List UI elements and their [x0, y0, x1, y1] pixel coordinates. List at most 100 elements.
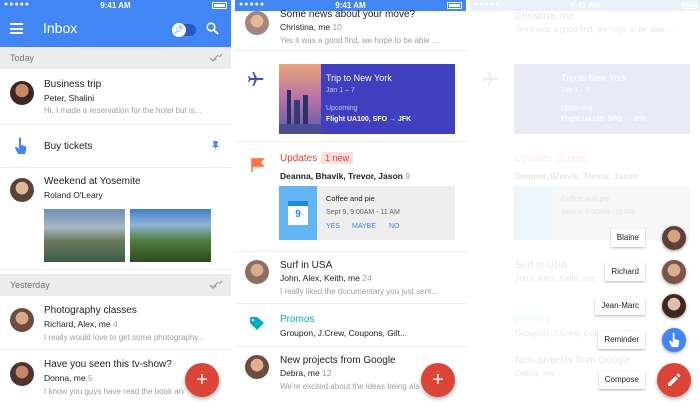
pencil-icon: [668, 373, 681, 386]
promos-bundle[interactable]: Promos Groupon, J.Crew, Coupons, Gilt...: [235, 304, 466, 347]
speed-dial-screen: ●●●●● 9:41 AM Christina, me Yes it was a…: [470, 0, 700, 407]
item-snippet: We're excited about the ideas being also…: [280, 382, 420, 391]
section-header-yesterday: Yesterday: [0, 274, 231, 296]
item-snippet: I really liked the documentary you just …: [280, 287, 438, 296]
search-icon[interactable]: [206, 22, 219, 35]
pin-icon: 📌︎: [172, 23, 186, 37]
reminder-chip[interactable]: Reminder: [598, 331, 645, 349]
section-label: Today: [10, 53, 35, 63]
flight-info: Flight UA100, SFO → JFK: [561, 116, 647, 123]
trip-title: Trip to New York: [561, 73, 627, 83]
participants-text: Donna, me: [44, 373, 86, 383]
item-snippet: Yes it was a good find, we hope to be ab…: [280, 36, 439, 45]
battery-icon: [212, 2, 227, 9]
event-time: Sept 9, 9:00AM - 11 AM: [326, 209, 400, 216]
item-title: Promos: [280, 314, 315, 325]
avatar: [10, 308, 34, 332]
participants-text: John, Alex, Keith, me: [280, 273, 360, 283]
item-participants: Christina, me: [515, 11, 574, 22]
updates-title: Updates: [515, 153, 553, 164]
item-snippet: I really would love to get some photogra…: [44, 333, 205, 342]
compose-button[interactable]: [657, 363, 691, 397]
contact-chip-jean-marc[interactable]: Jean-Marc: [595, 297, 645, 315]
status-bar: ●●●●● 9:41 AM: [0, 0, 231, 11]
status-bar: ●●●●● 9:41 AM: [470, 0, 700, 11]
event-title: Coffee and pie: [326, 194, 375, 203]
item-title: Weekend at Yosemite: [44, 176, 141, 187]
trip-status: Upcoming: [561, 105, 593, 112]
compose-button[interactable]: +: [421, 363, 455, 397]
contact-chip-richard[interactable]: Richard: [605, 263, 645, 281]
section-label: Yesterday: [10, 280, 50, 290]
avatar: [10, 81, 34, 105]
participants-text: Debra, me: [280, 368, 320, 378]
status-time: 9:41 AM: [100, 1, 131, 10]
rsvp-no-button[interactable]: NO: [389, 223, 400, 230]
attachment-image[interactable]: [44, 209, 125, 262]
message-count: 4: [113, 319, 118, 329]
sweep-icon[interactable]: [209, 279, 223, 290]
rsvp-yes-button[interactable]: YES: [326, 223, 340, 230]
avatar: [10, 362, 34, 386]
list-item[interactable]: Buy tickets: [0, 125, 231, 168]
contact-chip-blaine[interactable]: Blaine: [610, 229, 645, 247]
pin-icon[interactable]: [211, 141, 220, 151]
contact-avatar-blaine[interactable]: [662, 226, 686, 250]
menu-icon[interactable]: [10, 23, 23, 34]
sweep-icon[interactable]: [209, 52, 223, 63]
item-snippet: Hi, I made a reservation for the hotel b…: [44, 106, 202, 115]
item-participants: John, Alex, Keith, me: [515, 273, 595, 283]
inbox-screen: ●●●●● 9:41 AM Inbox 📌︎ Today Business tr…: [0, 0, 231, 407]
pin-toggle[interactable]: 📌︎: [172, 23, 196, 37]
item-participants: Debra, me 12: [280, 368, 332, 378]
contact-avatar-richard[interactable]: [662, 260, 686, 284]
calendar-block: [514, 186, 552, 240]
trip-title: Trip to New York: [326, 73, 392, 83]
inbox-scrolled-screen: ●●●●● 9:41 AM Some news about your move?…: [235, 0, 466, 407]
item-participants: Donna, me 5: [44, 373, 93, 383]
list-item[interactable]: Photography classes Richard, Alex, me 4 …: [0, 296, 231, 350]
item-participants: Christina, me 10: [280, 22, 342, 32]
trip-card[interactable]: Trip to New York Jan 1 – 7 Upcoming Flig…: [279, 64, 455, 134]
item-participants: Roland O'Leary: [44, 190, 103, 200]
attachment-image[interactable]: [130, 209, 211, 262]
item-participants: Groupon, J.Crew, Coupons, Gilt...: [280, 328, 408, 338]
plane-icon: [483, 72, 499, 86]
item-title: New projects from Google: [515, 355, 631, 366]
item-participants: Deanna, Bhavik, Trevor, Jason 9: [280, 171, 410, 181]
event-title: Coffee and pie: [561, 194, 610, 203]
flag-icon: [251, 158, 264, 172]
trip-status: Upcoming: [326, 105, 358, 112]
list-item[interactable]: Some news about your move? Christina, me…: [235, 9, 466, 51]
item-title: Have you seen this tv-show?: [44, 359, 172, 370]
city-image: [279, 64, 321, 134]
item-title: Some news about your move?: [280, 9, 416, 20]
list-item[interactable]: Surf in USA John, Alex, Keith, me 24 I r…: [235, 252, 466, 304]
message-count: 24: [362, 273, 372, 283]
page-title: Inbox: [43, 20, 78, 36]
list-item[interactable]: Weekend at Yosemite Roland O'Leary: [0, 168, 231, 270]
event-card[interactable]: 9 Coffee and pie Sept 9, 9:00AM - 11 AM …: [279, 186, 455, 240]
avatar: [245, 11, 269, 35]
rsvp-maybe-button[interactable]: MAYBE: [352, 223, 376, 230]
list-item[interactable]: Business trip Peter, Shalini Hi, I made …: [0, 69, 231, 125]
trip-dates: Jan 1 – 7: [326, 87, 355, 94]
contact-avatar-jean-marc[interactable]: [662, 294, 686, 318]
compose-chip[interactable]: Compose: [598, 371, 645, 389]
avatar: [10, 178, 34, 202]
item-participants: Deanna, Bhavik, Trevor, Jason: [515, 171, 638, 181]
item-participants: Richard, Alex, me 4: [44, 319, 118, 329]
message-count: 10: [332, 22, 342, 32]
reminder-hand-icon: [15, 137, 27, 154]
calendar-icon: 9: [288, 201, 308, 225]
reminder-hand-icon: [669, 332, 680, 348]
app-bar: ●●●●● 9:41 AM Inbox 📌︎: [0, 0, 231, 47]
event-time: Sept 9, 9:00AM - 11 AM: [561, 209, 635, 216]
item-title: Surf in USA: [515, 260, 568, 271]
flight-info: Flight UA100, SFO → JFK: [326, 116, 412, 123]
reminder-button[interactable]: [662, 328, 686, 352]
item-title: New projects from Google: [280, 355, 396, 366]
compose-button[interactable]: +: [185, 363, 219, 397]
item-participants: Debra, me: [515, 368, 555, 378]
item-title: Business trip: [44, 79, 102, 90]
